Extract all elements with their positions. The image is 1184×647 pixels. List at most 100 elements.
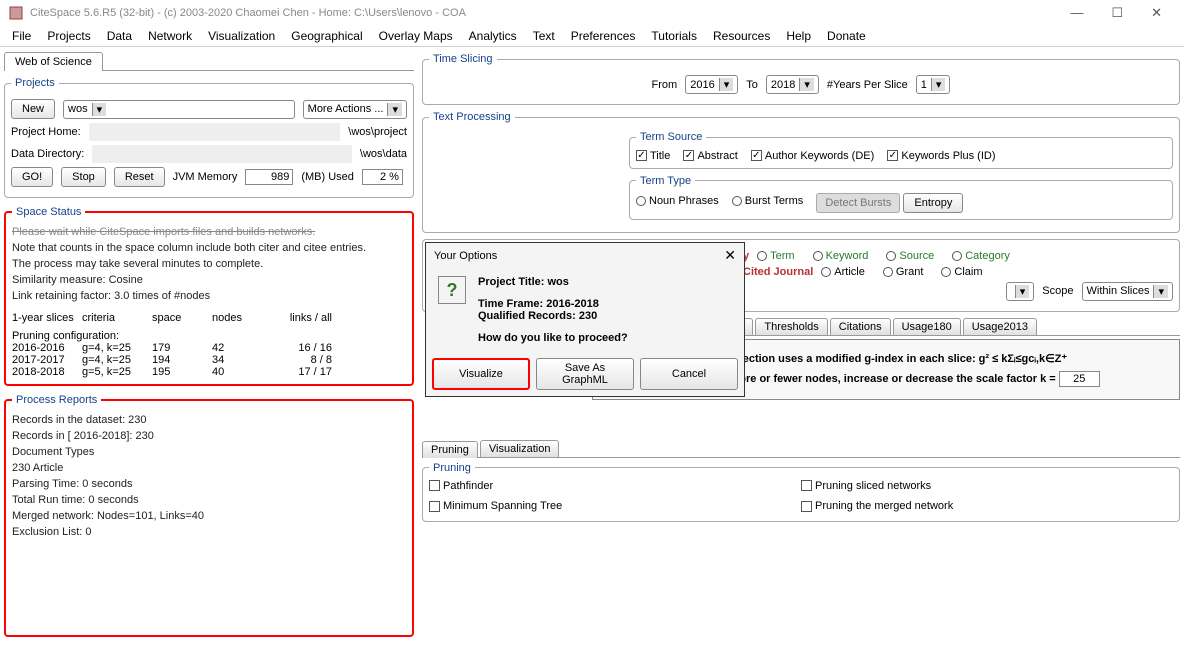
options-dialog: Your Options ✕ ? Project Title: wos Time… xyxy=(425,242,745,397)
check-title[interactable]: ✓Title xyxy=(636,150,670,162)
status-line: Similarity measure: Cosine xyxy=(12,272,406,288)
years-per-slice-select[interactable]: 1▾ xyxy=(916,75,951,94)
to-label: To xyxy=(746,79,758,91)
status-line: Please wait while CiteSpace imports file… xyxy=(12,224,406,240)
from-select[interactable]: 2016▾ xyxy=(685,75,738,94)
dialog-close-icon[interactable]: ✕ xyxy=(724,247,736,264)
pruning-legend: Pruning xyxy=(429,462,475,474)
stop-button[interactable]: Stop xyxy=(61,167,106,187)
check-mst[interactable]: Minimum Spanning Tree xyxy=(429,500,562,512)
term-type-group: Term Type Noun Phrases Burst Terms Detec… xyxy=(629,175,1173,220)
menu-resources[interactable]: Resources xyxy=(705,29,778,43)
menu-donate[interactable]: Donate xyxy=(819,29,874,43)
project-select[interactable]: wos▾ xyxy=(63,100,295,119)
tab-pruning[interactable]: Pruning xyxy=(422,441,478,458)
menu-help[interactable]: Help xyxy=(778,29,819,43)
menu-file[interactable]: File xyxy=(4,29,39,43)
dialog-project-title: Project Title: wos xyxy=(478,276,628,288)
maximize-button[interactable]: ☐ xyxy=(1097,3,1137,23)
scope-select[interactable]: Within Slices▾ xyxy=(1082,282,1174,301)
check-keywords-plus[interactable]: ✓Keywords Plus (ID) xyxy=(887,150,995,162)
titlebar: CiteSpace 5.6.R5 (32-bit) - (c) 2003-202… xyxy=(0,0,1184,25)
tab-thresholds[interactable]: Thresholds xyxy=(755,318,827,335)
dialog-qualified-records: Qualified Records: 230 xyxy=(478,310,628,322)
dialog-time-frame: Time Frame: 2016-2018 xyxy=(478,298,628,310)
term-type-legend: Term Type xyxy=(636,175,695,187)
menu-overlay-maps[interactable]: Overlay Maps xyxy=(371,29,461,43)
text-processing-group: Text Processing Term Source ✓Title ✓Abst… xyxy=(422,111,1180,233)
col-links: links / all xyxy=(272,312,332,324)
col-slices: 1-year slices xyxy=(12,312,82,324)
radio-term[interactable]: Term xyxy=(757,250,794,262)
check-pruning-sliced[interactable]: Pruning sliced networks xyxy=(801,480,931,492)
menu-data[interactable]: Data xyxy=(99,29,140,43)
to-select[interactable]: 2018▾ xyxy=(766,75,819,94)
menu-text[interactable]: Text xyxy=(525,29,563,43)
more-actions-select[interactable]: More Actions ...▾ xyxy=(303,100,407,119)
jvm-value xyxy=(245,169,293,185)
radio-source[interactable]: Source xyxy=(886,250,934,262)
project-home-suffix: \wos\project xyxy=(348,126,407,138)
menu-network[interactable]: Network xyxy=(140,29,200,43)
tab-citations[interactable]: Citations xyxy=(830,318,891,335)
menu-preferences[interactable]: Preferences xyxy=(563,29,644,43)
check-pruning-merged[interactable]: Pruning the merged network xyxy=(801,500,953,512)
node-cited-journal: Cited Journal xyxy=(743,266,813,278)
app-icon xyxy=(8,5,24,21)
status-line: Note that counts in the space column inc… xyxy=(12,240,406,256)
pruning-group: Pruning Pathfinder Minimum Spanning Tree… xyxy=(422,462,1180,522)
go-button[interactable]: GO! xyxy=(11,167,53,187)
menu-projects[interactable]: Projects xyxy=(39,29,98,43)
reset-button[interactable]: Reset xyxy=(114,167,165,187)
left-tabs: Web of Science xyxy=(4,51,414,71)
status-line: The process may take several minutes to … xyxy=(12,256,406,272)
process-reports-legend: Process Reports xyxy=(12,394,101,406)
minimize-button[interactable]: — xyxy=(1056,3,1097,22)
term-source-group: Term Source ✓Title ✓Abstract ✓Author Key… xyxy=(629,131,1173,169)
tab-web-of-science[interactable]: Web of Science xyxy=(4,52,103,71)
check-abstract[interactable]: ✓Abstract xyxy=(683,150,737,162)
dialog-title: Your Options xyxy=(434,250,497,262)
jvm-pct xyxy=(362,169,403,185)
col-space: space xyxy=(152,312,212,324)
check-pathfinder[interactable]: Pathfinder xyxy=(429,480,493,492)
menu-geographical[interactable]: Geographical xyxy=(283,29,370,43)
time-slicing-legend: Time Slicing xyxy=(429,53,497,65)
status-line: Link retaining factor: 3.0 times of #nod… xyxy=(12,288,406,304)
process-reports-group: Process Reports Records in the dataset: … xyxy=(4,394,414,637)
radio-noun-phrases[interactable]: Noun Phrases xyxy=(636,195,719,207)
radio-category[interactable]: Category xyxy=(952,250,1010,262)
menu-visualization[interactable]: Visualization xyxy=(200,29,283,43)
data-dir-label: Data Directory: xyxy=(11,148,84,160)
close-button[interactable]: ✕ xyxy=(1137,3,1176,23)
radio-claim[interactable]: Claim xyxy=(941,266,982,278)
visualize-button[interactable]: Visualize xyxy=(432,358,530,390)
term-source-legend: Term Source xyxy=(636,131,706,143)
radio-keyword[interactable]: Keyword xyxy=(813,250,869,262)
jvm-label: JVM Memory xyxy=(173,171,238,183)
projects-legend: Projects xyxy=(11,77,59,89)
save-graphml-button[interactable]: Save As GraphML xyxy=(536,358,634,390)
scale-factor-input[interactable] xyxy=(1059,371,1100,387)
tab-usage180[interactable]: Usage180 xyxy=(893,318,961,335)
links-drop[interactable]: ▾ xyxy=(1006,282,1035,301)
project-home-field[interactable] xyxy=(89,123,341,141)
scope-label: Scope xyxy=(1042,285,1073,297)
cancel-button[interactable]: Cancel xyxy=(640,358,738,390)
new-button[interactable]: New xyxy=(11,99,55,119)
radio-burst-terms[interactable]: Burst Terms xyxy=(732,195,803,207)
years-per-slice-label: #Years Per Slice xyxy=(827,79,908,91)
pruning-config-label: Pruning configuration: xyxy=(12,330,406,342)
jvm-units: (MB) Used xyxy=(301,171,354,183)
menu-analytics[interactable]: Analytics xyxy=(461,29,525,43)
radio-article[interactable]: Article xyxy=(821,266,865,278)
radio-grant[interactable]: Grant xyxy=(883,266,924,278)
menu-tutorials[interactable]: Tutorials xyxy=(643,29,705,43)
check-author-keywords[interactable]: ✓Author Keywords (DE) xyxy=(751,150,874,162)
space-status-legend: Space Status xyxy=(12,206,85,218)
tab-usage2013[interactable]: Usage2013 xyxy=(963,318,1037,335)
tab-visualization[interactable]: Visualization xyxy=(480,440,560,457)
data-dir-field[interactable] xyxy=(92,145,352,163)
detect-bursts-button: Detect Bursts xyxy=(816,193,900,213)
entropy-button[interactable]: Entropy xyxy=(903,193,963,213)
